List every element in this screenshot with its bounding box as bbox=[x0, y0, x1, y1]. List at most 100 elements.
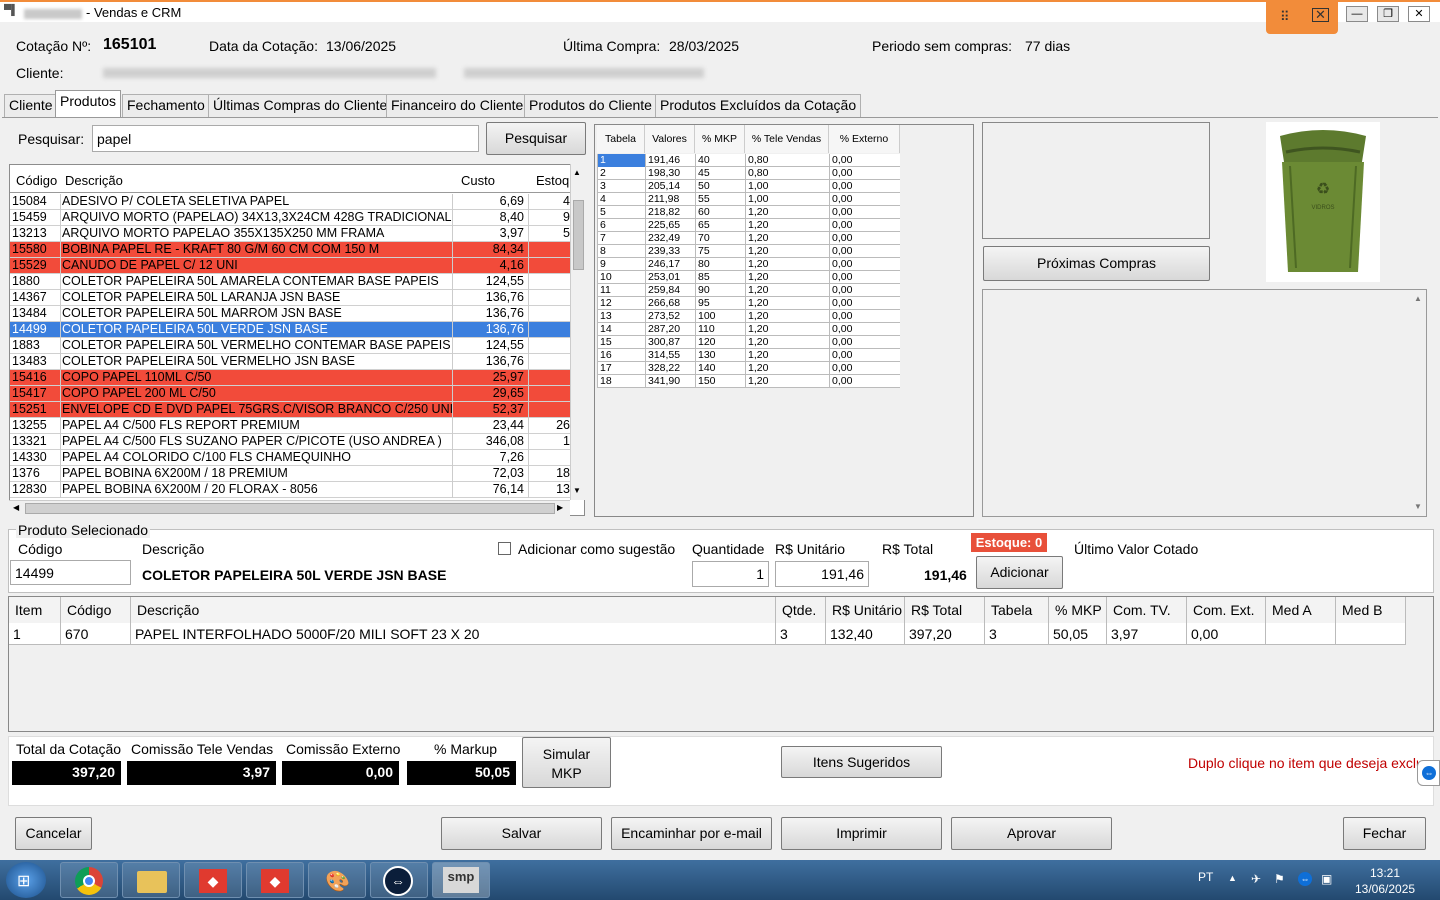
items-cell[interactable]: 132,40 bbox=[826, 623, 905, 645]
product-row[interactable]: 1883 COLETOR PAPELEIRA 50L VERMELHO CONTE… bbox=[10, 338, 570, 354]
price-row[interactable]: 9 246,17 80 1,20 0,00 bbox=[597, 258, 900, 271]
items-cell[interactable]: 670 bbox=[61, 623, 131, 645]
taskbar-app-2[interactable]: ◆ bbox=[246, 862, 304, 898]
grip-icon[interactable]: ⠿ bbox=[1280, 9, 1290, 25]
tab-ultimas-compras[interactable]: Últimas Compras do Cliente bbox=[208, 94, 393, 117]
adicionar-button[interactable]: Adicionar bbox=[976, 556, 1063, 589]
product-row[interactable]: 13321 PAPEL A4 C/500 FLS SUZANO PAPER C/P… bbox=[10, 434, 570, 450]
tab-fechamento[interactable]: Fechamento bbox=[122, 94, 210, 117]
price-row[interactable]: 2 198,30 45 0,80 0,00 bbox=[597, 167, 900, 180]
price-row[interactable]: 6 225,65 65 1,20 0,00 bbox=[597, 219, 900, 232]
scroll-up-icon[interactable]: ▲ bbox=[573, 168, 581, 177]
items-col-header[interactable]: Med A bbox=[1266, 597, 1336, 623]
product-row[interactable]: 15580 BOBINA PAPEL RE - KRAFT 80 G/M 60 C… bbox=[10, 242, 570, 258]
items-cell[interactable]: PAPEL INTERFOLHADO 5000F/20 MILI SOFT 23… bbox=[131, 623, 776, 645]
price-row[interactable]: 18 341,90 150 1,20 0,00 bbox=[597, 375, 900, 388]
minimize-button[interactable]: — bbox=[1346, 6, 1368, 22]
price-row[interactable]: 4 211,98 55 1,00 0,00 bbox=[597, 193, 900, 206]
notes-scroll-up-icon[interactable]: ▲ bbox=[1414, 294, 1422, 303]
taskbar-app-1[interactable]: ◆ bbox=[184, 862, 242, 898]
items-cell[interactable]: 3,97 bbox=[1107, 623, 1187, 645]
items-col-header[interactable]: Qtde. bbox=[776, 597, 826, 623]
product-row[interactable]: 15529 CANUDO DE PAPEL C/ 12 UNI 4,16 bbox=[10, 258, 570, 274]
items-col-header[interactable]: R$ Unitário bbox=[826, 597, 905, 623]
col-estoque[interactable]: Estoq bbox=[536, 173, 569, 188]
product-row[interactable]: 15417 COPO PAPEL 200 ML C/50 29,65 bbox=[10, 386, 570, 402]
price-row[interactable]: 1 191,46 40 0,80 0,00 bbox=[597, 154, 900, 167]
price-row[interactable]: 13 273,52 100 1,20 0,00 bbox=[597, 310, 900, 323]
close-session-icon[interactable]: ✕ bbox=[1312, 8, 1329, 22]
price-row[interactable]: 15 300,87 120 1,20 0,00 bbox=[597, 336, 900, 349]
col-codigo[interactable]: Código bbox=[16, 173, 57, 188]
product-grid-hscroll[interactable]: ◀ ▶ bbox=[9, 500, 570, 516]
taskbar-paint[interactable]: 🎨 bbox=[308, 862, 366, 898]
clock-time[interactable]: 13:21 bbox=[1370, 866, 1400, 880]
items-cell[interactable]: 50,05 bbox=[1049, 623, 1107, 645]
taskbar-teamviewer[interactable]: ⇔ bbox=[370, 862, 428, 898]
price-row[interactable]: 16 314,55 130 1,20 0,00 bbox=[597, 349, 900, 362]
product-grid-vscroll[interactable]: ▲ ▼ bbox=[570, 164, 585, 500]
items-col-header[interactable]: Com. Ext. bbox=[1187, 597, 1266, 623]
product-row[interactable]: 15251 ENVELOPE CD E DVD PAPEL 75GRS.C/VIS… bbox=[10, 402, 570, 418]
product-row[interactable]: 1880 COLETOR PAPELEIRA 50L AMARELA CONTEM… bbox=[10, 274, 570, 290]
imprimir-button[interactable]: Imprimir bbox=[781, 817, 942, 850]
product-row[interactable]: 13484 COLETOR PAPELEIRA 50L MARROM JSN BA… bbox=[10, 306, 570, 322]
price-table-grid[interactable]: Tabela Valores % MKP % Tele Vendas % Ext… bbox=[594, 124, 974, 517]
items-col-header[interactable]: % MKP bbox=[1049, 597, 1107, 623]
start-button[interactable]: ⊞ bbox=[6, 862, 46, 898]
scroll-right-icon[interactable]: ▶ bbox=[557, 503, 563, 512]
unitario-input[interactable] bbox=[775, 561, 869, 587]
teamviewer-side-tab[interactable]: ⇔ bbox=[1417, 760, 1440, 786]
items-grid[interactable]: Item Código Descrição Qtde. R$ Unitário R$ To… bbox=[8, 596, 1434, 732]
fechar-button[interactable]: Fechar bbox=[1343, 817, 1426, 850]
items-cell[interactable] bbox=[1336, 623, 1406, 645]
price-row[interactable]: 5 218,82 60 1,20 0,00 bbox=[597, 206, 900, 219]
taskbar-chrome[interactable] bbox=[60, 862, 118, 898]
items-col-header[interactable]: Item bbox=[9, 597, 61, 623]
tab-produtos-excluidos[interactable]: Produtos Excluídos da Cotação bbox=[655, 94, 862, 117]
itens-sugeridos-button[interactable]: Itens Sugeridos bbox=[781, 746, 942, 778]
product-row[interactable]: 13483 COLETOR PAPELEIRA 50L VERMELHO JSN … bbox=[10, 354, 570, 370]
product-row[interactable]: 14367 COLETOR PAPELEIRA 50L LARANJA JSN B… bbox=[10, 290, 570, 306]
items-col-header[interactable]: Código bbox=[61, 597, 131, 623]
network-icon[interactable]: ✈ bbox=[1251, 872, 1261, 886]
scroll-left-icon[interactable]: ◀ bbox=[13, 503, 19, 512]
product-row[interactable]: 1376 PAPEL BOBINA 6X200M / 18 PREMIUM 72,0… bbox=[10, 466, 570, 482]
sugestao-checkbox[interactable] bbox=[498, 542, 511, 555]
price-row[interactable]: 10 253,01 85 1,20 0,00 bbox=[597, 271, 900, 284]
scroll-thumb[interactable] bbox=[573, 200, 584, 270]
hscroll-thumb[interactable] bbox=[25, 503, 555, 514]
price-row[interactable]: 11 259,84 90 1,20 0,00 bbox=[597, 284, 900, 297]
price-row[interactable]: 12 266,68 95 1,20 0,00 bbox=[597, 297, 900, 310]
product-row[interactable]: 14499 COLETOR PAPELEIRA 50L VERDE JSN BAS… bbox=[10, 322, 570, 338]
notes-scroll-down-icon[interactable]: ▼ bbox=[1414, 502, 1422, 511]
monitor-icon[interactable]: ▣ bbox=[1321, 872, 1332, 886]
items-cell[interactable]: 0,00 bbox=[1187, 623, 1266, 645]
clock-date[interactable]: 13/06/2025 bbox=[1355, 882, 1415, 896]
quantidade-input[interactable] bbox=[692, 561, 769, 587]
taskbar-smp[interactable]: smp bbox=[432, 862, 490, 898]
maximize-button[interactable]: ❐ bbox=[1377, 6, 1399, 22]
product-row[interactable]: 13255 PAPEL A4 C/500 FLS REPORT PREMIUM 23… bbox=[10, 418, 570, 434]
product-row[interactable]: 15416 COPO PAPEL 110ML C/50 25,97 bbox=[10, 370, 570, 386]
close-button[interactable]: ✕ bbox=[1408, 6, 1430, 22]
items-col-header[interactable]: Med B bbox=[1336, 597, 1406, 623]
flag-icon[interactable]: ⚑ bbox=[1274, 872, 1285, 886]
tray-teamviewer-icon[interactable]: ⇔ bbox=[1298, 872, 1312, 886]
items-cell[interactable] bbox=[1266, 623, 1336, 645]
price-row[interactable]: 14 287,20 110 1,20 0,00 bbox=[597, 323, 900, 336]
search-button[interactable]: Pesquisar bbox=[486, 122, 586, 155]
items-cell[interactable]: 3 bbox=[776, 623, 826, 645]
price-row[interactable]: 7 232,49 70 1,20 0,00 bbox=[597, 232, 900, 245]
salvar-button[interactable]: Salvar bbox=[441, 817, 602, 850]
encaminhar-email-button[interactable]: Encaminhar por e-mail bbox=[611, 817, 772, 850]
items-col-header[interactable]: Descrição bbox=[131, 597, 776, 623]
tray-expand-icon[interactable]: ▲ bbox=[1228, 873, 1237, 883]
product-row[interactable]: 12830 PAPEL BOBINA 6X200M / 20 FLORAX - 8… bbox=[10, 482, 570, 498]
taskbar-explorer[interactable] bbox=[122, 862, 180, 898]
items-col-header[interactable]: Com. TV. bbox=[1107, 597, 1187, 623]
items-cell[interactable]: 1 bbox=[9, 623, 61, 645]
product-row[interactable]: 13213 ARQUIVO MORTO PAPELAO 355X135X250 M… bbox=[10, 226, 570, 242]
cancelar-button[interactable]: Cancelar bbox=[15, 817, 92, 850]
items-cell[interactable]: 3 bbox=[985, 623, 1049, 645]
